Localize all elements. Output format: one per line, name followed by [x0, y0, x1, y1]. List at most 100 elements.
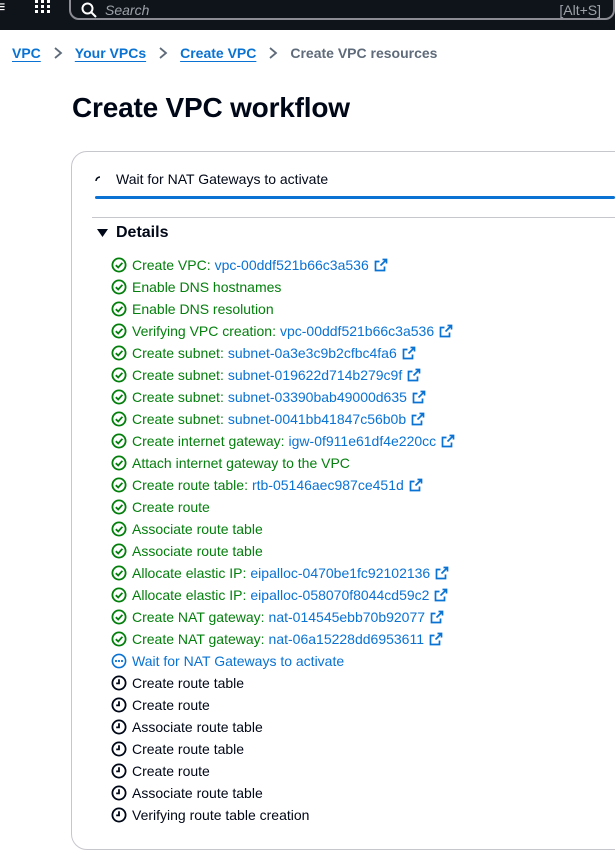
resource-id-link[interactable]: vpc-00ddf521b66c3a536: [215, 257, 369, 273]
workflow-step: Create route table: [111, 672, 611, 694]
breadcrumb-link-create-vpc[interactable]: Create VPC: [180, 45, 256, 61]
search-icon: [81, 2, 97, 18]
workflow-step: Verifying route table creation: [111, 804, 611, 826]
search-input[interactable]: [105, 2, 405, 18]
step-label: Create route table: [132, 675, 245, 691]
workflow-step: Wait for NAT Gateways to activate: [111, 650, 611, 672]
status-in-progress-icon: [111, 653, 127, 669]
step-label: Create subnet:: [132, 389, 224, 405]
resource-id-link[interactable]: nat-06a15228dd6953611: [269, 631, 424, 647]
status-success-icon: [111, 411, 127, 427]
status-pending-icon: [111, 719, 127, 735]
step-label: Verifying VPC creation:: [132, 323, 276, 339]
external-link-icon[interactable]: [412, 390, 426, 404]
workflow-step: Create route: [111, 694, 611, 716]
spinner-icon: [95, 176, 101, 182]
search-shortcut-hint: [Alt+S]: [559, 2, 601, 18]
external-link-icon[interactable]: [374, 258, 388, 272]
external-link-icon[interactable]: [430, 610, 444, 624]
chevron-right-icon: [159, 47, 168, 59]
workflow-step: Create route table: [111, 738, 611, 760]
workflow-step: Associate route table: [111, 782, 611, 804]
status-success-icon: [111, 433, 127, 449]
chevron-right-icon: [269, 47, 278, 59]
external-link-icon[interactable]: [434, 588, 448, 602]
progress-label: Wait for NAT Gateways to activate: [116, 171, 329, 187]
status-success-icon: [111, 565, 127, 581]
progress-bar: [95, 196, 615, 199]
workflow-step: Associate route table: [111, 716, 611, 738]
resource-id-link[interactable]: vpc-00ddf521b66c3a536: [280, 323, 434, 339]
chevron-right-icon: [54, 47, 63, 59]
workflow-step: Enable DNS resolution: [111, 298, 611, 320]
workflow-step: Allocate elastic IP: eipalloc-058070f8044…: [111, 584, 611, 606]
workflow-step: Associate route table: [111, 518, 611, 540]
step-label: Associate route table: [132, 521, 263, 537]
resource-id-link[interactable]: igw-0f911e61df4e220cc: [289, 433, 437, 449]
status-success-icon: [111, 631, 127, 647]
resource-id-link[interactable]: nat-014545ebb70b92077: [269, 609, 426, 625]
status-pending-icon: [111, 785, 127, 801]
status-success-icon: [111, 455, 127, 471]
workflow-step: Create NAT gateway: nat-06a15228dd6953611: [111, 628, 611, 650]
external-link-icon[interactable]: [441, 434, 455, 448]
resource-id-link[interactable]: subnet-019622d714b279c9f: [228, 367, 402, 383]
step-label: Associate route table: [132, 543, 263, 559]
external-link-icon[interactable]: [429, 632, 443, 646]
apps-grid-icon[interactable]: [35, 0, 51, 14]
resource-id-link[interactable]: rtb-05146aec987ce451d: [252, 477, 404, 493]
workflow-step: Create NAT gateway: nat-014545ebb70b92077: [111, 606, 611, 628]
resource-id-link[interactable]: subnet-0a3e3c9b2cfbc4fa6: [228, 345, 397, 361]
breadcrumb-link-vpc[interactable]: VPC: [12, 45, 41, 61]
resource-id-link[interactable]: subnet-03390bab49000d635: [228, 389, 407, 405]
external-link-icon[interactable]: [439, 324, 453, 338]
step-label: Wait for NAT Gateways to activate: [132, 653, 345, 669]
status-success-icon: [111, 279, 127, 295]
workflow-step: Create route: [111, 760, 611, 782]
step-label: Create VPC:: [132, 257, 211, 273]
resource-id-link[interactable]: eipalloc-0470be1fc92102136: [250, 565, 430, 581]
step-label: Create NAT gateway:: [132, 631, 265, 647]
step-label: Enable DNS hostnames: [132, 279, 282, 295]
status-success-icon: [111, 345, 127, 361]
status-success-icon: [111, 301, 127, 317]
step-label: Associate route table: [132, 785, 263, 801]
workflow-step: Verifying VPC creation: vpc-00ddf521b66c3…: [111, 320, 611, 342]
details-expander[interactable]: Details: [97, 224, 168, 242]
search-box[interactable]: [Alt+S]: [69, 0, 615, 20]
status-pending-icon: [111, 807, 127, 823]
step-label: Create NAT gateway:: [132, 609, 265, 625]
status-success-icon: [111, 587, 127, 603]
step-label: Create route: [132, 499, 210, 515]
menu-icon[interactable]: ≡: [0, 0, 5, 16]
status-success-icon: [111, 521, 127, 537]
external-link-icon[interactable]: [407, 368, 421, 382]
breadcrumb-current: Create VPC resources: [290, 45, 438, 61]
step-label: Create route table:: [132, 477, 248, 493]
step-label: Create subnet:: [132, 345, 224, 361]
workflow-step: Attach internet gateway to the VPC: [111, 452, 611, 474]
page-title: Create VPC workflow: [72, 92, 350, 123]
status-pending-icon: [111, 763, 127, 779]
step-label: Create route: [132, 763, 210, 779]
status-success-icon: [111, 323, 127, 339]
external-link-icon[interactable]: [411, 412, 425, 426]
step-label: Verifying route table creation: [132, 807, 310, 823]
step-label: Create subnet:: [132, 367, 224, 383]
resource-id-link[interactable]: eipalloc-058070f8044cd59c2: [250, 587, 429, 603]
breadcrumb-link-your-vpcs[interactable]: Your VPCs: [75, 45, 146, 61]
external-link-icon[interactable]: [435, 566, 449, 580]
status-success-icon: [111, 609, 127, 625]
workflow-step: Create subnet: subnet-0041bb41847c56b0b: [111, 408, 611, 430]
workflow-step: Create VPC: vpc-00ddf521b66c3a536: [111, 254, 611, 276]
workflow-step: Create route table: rtb-05146aec987ce451d: [111, 474, 611, 496]
caret-down-icon: [97, 229, 108, 237]
top-navigation-bar: ≡ [Alt+S]: [0, 0, 615, 30]
resource-id-link[interactable]: subnet-0041bb41847c56b0b: [228, 411, 406, 427]
external-link-icon[interactable]: [402, 346, 416, 360]
step-label: Create route table: [132, 741, 245, 757]
step-label: Create subnet:: [132, 411, 224, 427]
external-link-icon[interactable]: [409, 478, 423, 492]
workflow-step: Create subnet: subnet-0a3e3c9b2cfbc4fa6: [111, 342, 611, 364]
status-pending-icon: [111, 675, 127, 691]
